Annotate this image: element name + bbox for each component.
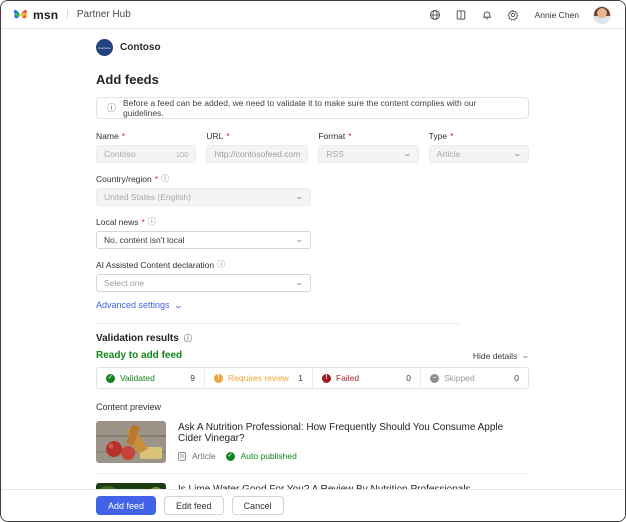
name-input[interactable]: Contoso 100	[96, 145, 196, 163]
validation-status: Ready to add feed	[96, 350, 182, 361]
main-area: Contoso Contoso Add feeds ⓘ Before a fee…	[1, 29, 625, 522]
chevron-down-icon: ⌄	[403, 150, 412, 158]
url-input[interactable]: http://contosofeed.com	[206, 145, 308, 163]
warning-icon: !	[214, 374, 223, 383]
stat-skipped: – Skipped 0	[420, 368, 528, 388]
required-asterisk: *	[155, 174, 158, 184]
format-label: Format*	[318, 131, 418, 141]
ai-declaration-field-group: AI Assisted Content declaration ⓘ Select…	[96, 259, 529, 292]
chevron-down-icon: ⌄	[521, 352, 530, 360]
language-icon[interactable]	[429, 9, 441, 21]
country-select[interactable]: United States (English) ⌄	[96, 188, 311, 206]
name-char-counter: 100	[176, 150, 189, 159]
add-feed-form: Name* Contoso 100 URL* http://contosofee…	[96, 131, 529, 313]
url-label: URL*	[206, 131, 308, 141]
top-actions: Annie Chen	[429, 6, 611, 24]
stat-value: 9	[190, 373, 195, 383]
article-icon	[178, 452, 186, 461]
edit-feed-button[interactable]: Edit feed	[164, 496, 224, 515]
apple-cider-vinegar-thumbnail	[96, 421, 166, 463]
required-asterisk: *	[142, 217, 145, 227]
required-asterisk: *	[450, 131, 453, 141]
banner-text: Before a feed can be added, we need to v…	[123, 98, 518, 118]
info-icon: ⓘ	[107, 104, 116, 113]
type-field-group: Type* Article ⌄	[429, 131, 529, 163]
required-asterisk: *	[348, 131, 351, 141]
stat-requires-review: ! Requires review 1	[204, 368, 312, 388]
section-divider	[96, 323, 459, 324]
guidelines-banner: ⓘ Before a feed can be added, we need to…	[96, 97, 529, 119]
publisher-avatar: Contoso	[96, 39, 113, 56]
country-field-group: Country/region* ⓘ United States (English…	[96, 173, 529, 206]
info-icon: ⓘ	[148, 216, 156, 227]
type-select[interactable]: Article ⌄	[429, 145, 529, 163]
local-news-label: Local news* ⓘ	[96, 216, 529, 227]
country-label: Country/region* ⓘ	[96, 173, 529, 184]
content-preview-title: Content preview	[96, 402, 529, 412]
top-bar: msn | Partner Hub Annie Ch	[1, 1, 625, 29]
brand-name: msn	[33, 8, 58, 22]
brand: msn | Partner Hub	[13, 8, 131, 22]
preview-item-meta: Article ✓ Auto published	[178, 451, 529, 461]
name-label: Name*	[96, 131, 196, 141]
notifications-icon[interactable]	[481, 9, 493, 21]
url-field-group: URL* http://contosofeed.com	[206, 131, 308, 163]
stat-value: 0	[406, 373, 411, 383]
required-asterisk: *	[122, 131, 125, 141]
stat-failed: ! Failed 0	[312, 368, 420, 388]
ai-declaration-label: AI Assisted Content declaration ⓘ	[96, 259, 529, 270]
brand-separator: |	[66, 9, 69, 20]
publisher-row: Contoso Contoso	[96, 39, 529, 56]
validation-results-title: Validation results ⓘ	[96, 333, 529, 344]
preview-item-title[interactable]: Ask A Nutrition Professional: How Freque…	[178, 422, 529, 444]
info-icon: ⓘ	[161, 173, 169, 184]
preview-item-status: Auto published	[241, 451, 297, 461]
chevron-down-icon: ⌄	[513, 150, 522, 158]
publisher-name: Contoso	[120, 42, 161, 53]
validated-check-icon: ✓	[106, 374, 115, 383]
info-icon: ⓘ	[184, 333, 192, 344]
local-news-field-group: Local news* ⓘ No, content isn't local ⌄	[96, 216, 529, 249]
type-label: Type*	[429, 131, 529, 141]
stat-value: 1	[298, 373, 303, 383]
stat-validated: ✓ Validated 9	[97, 368, 204, 388]
cancel-button[interactable]: Cancel	[232, 496, 284, 515]
user-avatar[interactable]	[593, 6, 611, 24]
published-check-icon: ✓	[226, 452, 235, 461]
chevron-down-icon: ⌄	[295, 193, 304, 201]
settings-icon[interactable]	[507, 9, 519, 21]
error-icon: !	[322, 374, 331, 383]
user-name[interactable]: Annie Chen	[535, 10, 579, 20]
stat-value: 0	[514, 373, 519, 383]
format-field-group: Format* RSS ⌄	[318, 131, 418, 163]
validation-stats-bar: ✓ Validated 9 ! Requires review 1 ! Fail…	[96, 367, 529, 389]
resources-icon[interactable]	[455, 9, 467, 21]
format-select[interactable]: RSS ⌄	[318, 145, 418, 163]
preview-item: Ask A Nutrition Professional: How Freque…	[96, 421, 529, 463]
msn-butterfly-icon	[13, 8, 28, 21]
hide-details-toggle[interactable]: Hide details ⌄	[473, 351, 529, 361]
advanced-settings-link[interactable]: Advanced settings ⌄	[96, 300, 181, 310]
item-divider	[96, 473, 529, 474]
validation-status-row: Ready to add feed Hide details ⌄	[96, 350, 529, 361]
add-feed-button[interactable]: Add feed	[96, 496, 156, 515]
preview-item-type: Article	[192, 451, 216, 461]
ai-declaration-select[interactable]: Select one ⌄	[96, 274, 311, 292]
name-field-group: Name* Contoso 100	[96, 131, 196, 163]
chevron-down-icon: ⌄	[295, 279, 304, 287]
product-name: Partner Hub	[77, 9, 131, 20]
page-title: Add feeds	[96, 72, 529, 87]
skipped-icon: –	[430, 374, 439, 383]
required-asterisk: *	[226, 131, 229, 141]
chevron-down-icon: ⌄	[295, 236, 304, 244]
local-news-select[interactable]: No, content isn't local ⌄	[96, 231, 311, 249]
footer-action-bar: Add feed Edit feed Cancel	[1, 489, 625, 521]
info-icon: ⓘ	[217, 259, 225, 270]
chevron-down-icon: ⌄	[173, 301, 182, 310]
partner-hub-window: msn | Partner Hub Annie Ch	[0, 0, 626, 522]
